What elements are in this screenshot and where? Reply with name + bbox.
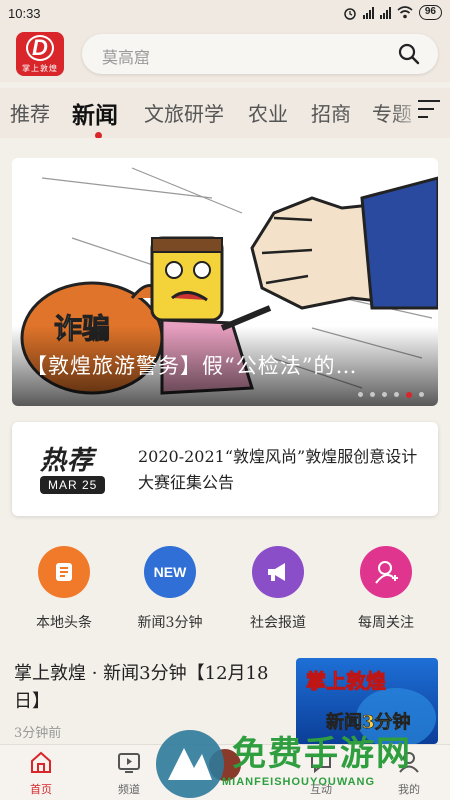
site-watermark: 免费手游网 MIANFEISHOUYOUWANG bbox=[150, 726, 450, 800]
tv-icon bbox=[118, 753, 140, 773]
status-time: 10:33 bbox=[8, 6, 41, 21]
status-icons: 96 bbox=[343, 5, 442, 20]
nav-label: 首页 bbox=[30, 783, 52, 796]
logo-mark-icon: D bbox=[26, 34, 54, 61]
new-badge-icon: NEW bbox=[144, 546, 196, 598]
search-icon[interactable] bbox=[398, 43, 420, 65]
battery-indicator: 96 bbox=[418, 5, 442, 20]
new-badge-text: NEW bbox=[153, 564, 187, 580]
quick-social-report[interactable]: 社会报道 bbox=[228, 546, 328, 632]
watermark-subtitle: MIANFEISHOUYOUWANG bbox=[222, 776, 376, 788]
user-add-icon bbox=[360, 546, 412, 598]
search-input[interactable]: 莫高窟 bbox=[102, 44, 150, 68]
hot-label: 热荐 bbox=[40, 446, 95, 476]
tab-investment[interactable]: 招商 bbox=[311, 98, 351, 127]
quick-news-3min[interactable]: NEW 新闻3分钟 bbox=[120, 546, 220, 632]
tab-agriculture[interactable]: 农业 bbox=[248, 98, 288, 127]
tab-recommend[interactable]: 推荐 bbox=[10, 98, 50, 127]
carousel-dots bbox=[358, 392, 424, 398]
quick-links: 本地头条 NEW 新闻3分钟 社会报道 每周关注 bbox=[0, 546, 450, 636]
hot-date-badge: MAR 25 bbox=[40, 476, 106, 494]
menu-icon[interactable] bbox=[418, 100, 440, 124]
banner-title[interactable]: 【敦煌旅游警务】假“公检法”的… bbox=[26, 350, 357, 380]
news-title[interactable]: 掌上敦煌 · 新闻3分钟【12月18日】 bbox=[14, 660, 284, 716]
quick-label: 本地头条 bbox=[36, 615, 92, 631]
carousel-dot[interactable] bbox=[419, 392, 424, 397]
carousel-dot[interactable] bbox=[394, 392, 399, 397]
carousel-dot[interactable] bbox=[382, 392, 387, 397]
carousel-dot[interactable] bbox=[358, 392, 363, 397]
wifi-icon bbox=[397, 6, 413, 19]
home-icon bbox=[31, 751, 51, 773]
watermark-title: 免费手游网 bbox=[232, 734, 412, 774]
signal-icon bbox=[362, 6, 374, 19]
quick-weekly-focus[interactable]: 每周关注 bbox=[336, 546, 436, 632]
tab-news[interactable]: 新闻 bbox=[72, 96, 118, 130]
quick-label: 社会报道 bbox=[250, 615, 306, 631]
document-icon bbox=[38, 546, 90, 598]
carousel-dot[interactable] bbox=[370, 392, 375, 397]
signal-icon bbox=[379, 6, 391, 19]
category-tabs: 推荐 新闻 文旅研学 农业 招商 专题 bbox=[0, 88, 450, 138]
alarm-icon bbox=[344, 7, 356, 20]
thumb-title: 掌上敦煌 bbox=[306, 669, 386, 693]
watermark-logo-icon bbox=[156, 730, 224, 798]
quick-label: 每周关注 bbox=[358, 615, 414, 631]
quick-label: 新闻3分钟 bbox=[137, 615, 203, 631]
logo-text: 掌上敦煌 bbox=[22, 63, 58, 73]
active-tab-indicator bbox=[95, 132, 102, 138]
hot-title[interactable]: 2020-2021“敦煌风尚”敦煌服创意设计大赛征集公告 bbox=[138, 444, 430, 496]
quick-local-headlines[interactable]: 本地头条 bbox=[14, 546, 114, 632]
nav-home[interactable]: 首页 bbox=[6, 749, 76, 797]
app-header: D 掌上敦煌 莫高窟 bbox=[0, 28, 450, 82]
search-bar[interactable]: 莫高窟 bbox=[82, 34, 438, 74]
status-bar: 10:33 96 bbox=[0, 0, 450, 28]
app-logo[interactable]: D 掌上敦煌 bbox=[16, 32, 64, 76]
hot-recommend-card[interactable]: 热荐 MAR 25 2020-2021“敦煌风尚”敦煌服创意设计大赛征集公告 bbox=[12, 422, 438, 516]
megaphone-icon bbox=[252, 546, 304, 598]
banner-carousel[interactable]: 诈骗 【敦煌旅游警务】假“公检法”的… bbox=[12, 158, 438, 406]
carousel-dot-active[interactable] bbox=[406, 392, 412, 398]
tab-culture-travel[interactable]: 文旅研学 bbox=[144, 98, 224, 127]
